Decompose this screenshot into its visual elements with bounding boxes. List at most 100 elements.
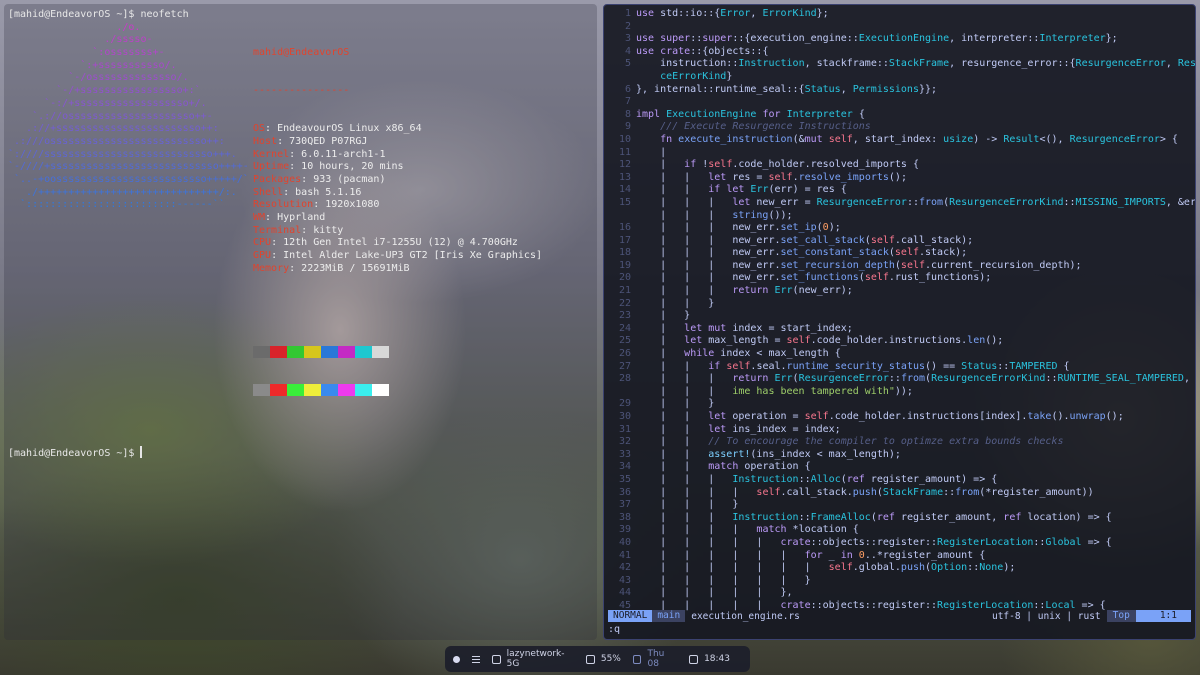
info-value: 6.0.11-arch1-1 xyxy=(301,148,386,160)
ascii-logo-line: `.://osssssssssssssssssssso++- xyxy=(8,110,213,122)
terminal-prompt-text: [mahid@EndeavorOS ~]$ xyxy=(8,448,141,460)
date-status[interactable]: Thu 08 xyxy=(632,649,677,669)
code-text: | | if self.seal.runtime_security_status… xyxy=(636,360,1070,372)
file-name: execution_engine.rs xyxy=(691,610,800,622)
clock-status[interactable]: 18:43 xyxy=(689,654,730,664)
neofetch-info-row: CPU: 12th Gen Intel i7-1255U (12) @ 4.70… xyxy=(253,237,518,249)
info-value: 2223MiB / 15691MiB xyxy=(301,262,410,274)
neofetch-info-row: Host: 730QED P07RGJ xyxy=(253,135,368,147)
code-line: 17 | | | new_err.set_call_stack(self.cal… xyxy=(604,235,1195,248)
info-value: EndeavourOS Linux x86_64 xyxy=(277,123,422,135)
ascii-logo-line: `-:/+sssssssssssssssssso+/. xyxy=(8,97,207,109)
neofetch-info-row: Terminal: kitty xyxy=(253,224,344,236)
code-line: 34 | | match operation { xyxy=(604,461,1195,474)
terminal-window-left[interactable]: [mahid@EndeavorOS ~]$ neofetch ./o. ./ss… xyxy=(4,4,597,640)
info-key: Memory xyxy=(253,262,290,274)
code-line: 26 | while index < max_length { xyxy=(604,348,1195,361)
battery-status[interactable]: 55% xyxy=(585,654,621,664)
line-number: 10 xyxy=(618,133,631,145)
menu-button[interactable] xyxy=(472,655,480,663)
code-line: 44 | | | | | }, xyxy=(604,587,1195,600)
color-swatch xyxy=(338,383,355,396)
line-number: 37 xyxy=(618,499,631,511)
line-number: 7 xyxy=(624,96,631,108)
workspace-indicator[interactable] xyxy=(453,655,460,663)
code-text: | | | | | crate::objects::register::Regi… xyxy=(636,536,1112,548)
line-number: 13 xyxy=(618,171,631,183)
wifi-name: lazynetwork-5G xyxy=(506,649,565,669)
code-text: | if !self.code_holder.resolved_imports … xyxy=(636,159,919,171)
code-line: 24 | let mut index = start_index; xyxy=(604,323,1195,336)
code-line: | | | ime has been tampered with")); xyxy=(604,386,1195,399)
code-line: 23 | } xyxy=(604,310,1195,323)
code-line: 21 | | | return Err(new_err); xyxy=(604,285,1195,298)
neofetch-info-row: Uptime: 10 hours, 20 mins xyxy=(253,161,404,173)
info-value: 1920x1080 xyxy=(325,199,380,211)
code-line: 37 | | | } xyxy=(604,499,1195,512)
ascii-logo-line: ./++++++++++++++++++++++++++++++/:. xyxy=(8,186,237,198)
info-value: Hyprland xyxy=(277,212,326,224)
line-number: 11 xyxy=(618,146,631,158)
code-line: 25 | let max_length = self.code_holder.i… xyxy=(604,335,1195,348)
neofetch-output: ./o. ./sssso- `:osssssss+- `:+ssssssssss… xyxy=(8,22,593,421)
line-number: 19 xyxy=(618,259,631,271)
neofetch-info-row: Memory: 2223MiB / 15691MiB xyxy=(253,262,410,274)
battery-icon xyxy=(585,654,595,664)
code-line: | | | string()); xyxy=(604,210,1195,223)
color-swatch xyxy=(304,383,321,396)
command-line[interactable]: :q xyxy=(608,624,620,635)
code-line: 38 | | | Instruction::FrameAlloc(ref reg… xyxy=(604,512,1195,525)
info-key: Uptime xyxy=(253,161,290,173)
ascii-logo-line: `:+sssssssssso/. xyxy=(8,59,177,71)
ascii-logo-line: `:::::::::::::::::::::::::------`` xyxy=(8,199,225,211)
code-line: 13 | | let res = self.resolve_imports(); xyxy=(604,172,1195,185)
ascii-logo-line: ./sssso- xyxy=(8,34,153,46)
line-number: 14 xyxy=(618,184,631,196)
info-value: 730QED P07RGJ xyxy=(289,135,368,147)
info-key: CPU xyxy=(253,237,272,249)
line-number xyxy=(604,386,636,399)
clock-text: 18:43 xyxy=(704,654,730,664)
code-text: | } xyxy=(636,310,691,322)
ascii-logo-line: `..-+oosssssssssssssssssssssssso+++++/` xyxy=(8,173,249,185)
code-text: | | | string()); xyxy=(636,209,793,221)
neofetch-info-row: WM: Hyprland xyxy=(253,212,326,224)
battery-level: 55% xyxy=(600,654,621,664)
info-key: Kernel xyxy=(253,148,290,160)
color-swatch xyxy=(321,346,338,359)
code-text: | while index < max_length { xyxy=(636,348,841,360)
code-line: 9 /// Execute Resurgence Instructions xyxy=(604,121,1195,134)
code-line: 19 | | | new_err.set_recursion_depth(sel… xyxy=(604,260,1195,273)
info-value: 10 hours, 20 mins xyxy=(301,161,404,173)
line-number: 34 xyxy=(618,461,631,473)
code-line: 42 | | | | | | | self.global.push(Option… xyxy=(604,562,1195,575)
info-key: OS xyxy=(253,123,266,135)
line-number: 33 xyxy=(618,448,631,460)
info-key: Resolution xyxy=(253,199,314,211)
date-text: Thu 08 xyxy=(647,649,665,669)
editor-window-right[interactable]: 1 use std::io::{Error, ErrorKind}; 2 3 use s… xyxy=(603,4,1196,640)
neofetch-info-row: GPU: Intel Alder Lake-UP3 GT2 [Iris Xe G… xyxy=(253,250,542,262)
code-buffer[interactable]: 1 use std::io::{Error, ErrorKind}; 2 3 use s… xyxy=(604,8,1195,613)
info-key: GPU xyxy=(253,250,272,262)
code-line: 33 | | assert!(ins_index < max_length); xyxy=(604,449,1195,462)
wifi-status[interactable]: lazynetwork-5G xyxy=(492,649,574,669)
line-number: 31 xyxy=(618,423,631,435)
line-number: 40 xyxy=(618,536,631,548)
code-text: | | if let Err(err) = res { xyxy=(636,184,847,196)
line-number xyxy=(604,71,636,84)
code-line: 11 | xyxy=(604,147,1195,160)
line-number: 23 xyxy=(618,310,631,322)
color-swatch xyxy=(338,346,355,359)
code-text: | | let res = self.resolve_imports(); xyxy=(636,171,907,183)
line-number: 35 xyxy=(618,473,631,485)
code-line: 32 | | // To encourage the compiler to o… xyxy=(604,436,1195,449)
code-text: | | } xyxy=(636,297,715,309)
terminal-prompt-line-active[interactable]: [mahid@EndeavorOS ~]$ xyxy=(8,446,593,459)
line-number: 24 xyxy=(618,322,631,334)
line-number: 20 xyxy=(618,272,631,284)
line-number: 42 xyxy=(618,562,631,574)
color-swatch xyxy=(287,346,304,359)
